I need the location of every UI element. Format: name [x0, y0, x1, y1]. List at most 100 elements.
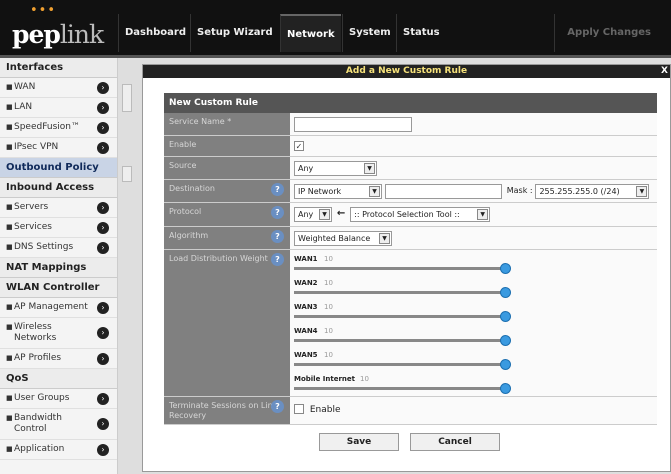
nav-system[interactable]: System: [342, 14, 397, 52]
destination-type-select[interactable]: IP Network ▼: [294, 184, 382, 199]
slider-handle[interactable]: [500, 287, 511, 298]
wan-weight: 10: [360, 375, 369, 383]
source-select[interactable]: Any ▼: [294, 161, 377, 176]
arrow-right-icon[interactable]: ›: [97, 201, 109, 214]
sidebar-item-bandwidth-control[interactable]: ■ Bandwidth Control ›: [0, 409, 117, 440]
arrow-right-icon[interactable]: ›: [97, 81, 109, 94]
slider-track[interactable]: [294, 363, 506, 366]
arrow-right-icon[interactable]: ›: [97, 352, 109, 365]
sidebar-item-ap-profiles[interactable]: ■ AP Profiles ›: [0, 349, 117, 369]
cancel-button[interactable]: Cancel: [410, 433, 500, 451]
protocol-label: Protocol?: [164, 203, 290, 226]
nav-status[interactable]: Status: [396, 14, 446, 52]
destination-label-text: Destination: [169, 184, 215, 193]
wan-weight: 10: [324, 255, 333, 263]
protocol-select[interactable]: Any ▼: [294, 207, 332, 222]
help-icon[interactable]: ?: [271, 253, 284, 266]
bullet-icon: ■: [6, 143, 13, 151]
sidebar-item-servers[interactable]: ■ Servers ›: [0, 198, 117, 218]
sidebar-item-speedfusion[interactable]: ■ SpeedFusion™ ›: [0, 118, 117, 138]
chevron-down-icon: ▼: [477, 209, 489, 220]
nav-dashboard[interactable]: Dashboard: [118, 14, 192, 52]
protocol-row: Protocol? Any ▼ ← :: Protocol Selection T…: [164, 203, 657, 227]
terminate-sessions-checkbox[interactable]: [294, 404, 304, 414]
sidebar-section-interfaces: Interfaces: [0, 58, 117, 78]
source-row: Source Any ▼: [164, 157, 657, 180]
destination-ip-input[interactable]: [384, 184, 502, 199]
save-button[interactable]: Save: [319, 433, 399, 451]
protocol-label-text: Protocol: [169, 207, 202, 216]
arrow-right-icon[interactable]: ›: [97, 101, 109, 114]
help-icon[interactable]: ?: [271, 183, 284, 196]
protocol-value-cell: Any ▼ ← :: Protocol Selection Tool :: ▼: [290, 203, 657, 226]
slider-track[interactable]: [294, 291, 506, 294]
arrow-right-icon[interactable]: ›: [97, 443, 109, 456]
sidebar-item-wan[interactable]: ■ WAN ›: [0, 78, 117, 98]
close-icon[interactable]: X: [661, 65, 668, 78]
wan-weight: 10: [324, 303, 333, 311]
sidebar-item-application[interactable]: ■ Application ›: [0, 440, 117, 460]
sidebar-section-nat-mappings[interactable]: NAT Mappings: [0, 258, 117, 278]
algorithm-select[interactable]: Weighted Balance ▼: [294, 231, 392, 246]
bullet-icon: ■: [6, 243, 13, 251]
protocol-select-value: Any: [298, 210, 314, 219]
help-icon[interactable]: ?: [271, 206, 284, 219]
load-distribution-values: WAN1 10 WAN2 10 WAN3 10 WAN4 10 WAN5 10 Mobil…: [290, 250, 657, 396]
slider-track[interactable]: [294, 387, 506, 390]
terminate-sessions-enable-label: Enable: [309, 404, 341, 415]
sidebar-item-lan[interactable]: ■ LAN ›: [0, 98, 117, 118]
sidebar-item-ipsec[interactable]: ■ IPsec VPN ›: [0, 138, 117, 158]
bullet-icon: ■: [6, 83, 13, 91]
load-distribution-label-text: Load Distribution Weight: [169, 254, 268, 263]
service-name-input[interactable]: [294, 117, 412, 132]
help-icon[interactable]: ?: [271, 230, 284, 243]
sidebar-item-label: AP Management: [14, 302, 88, 312]
bullet-icon: ■: [6, 203, 13, 211]
slider-handle[interactable]: [500, 263, 511, 274]
slider-handle[interactable]: [500, 359, 511, 370]
slider-handle[interactable]: [500, 311, 511, 322]
custom-rule-dialog: Add a New Custom Rule X New Custom Rule …: [142, 64, 671, 472]
sidebar-section-outbound-policy[interactable]: Outbound Policy: [0, 158, 117, 178]
sidebar-item-services[interactable]: ■ Services ›: [0, 218, 117, 238]
sidebar-item-label: User Groups: [14, 393, 70, 403]
sidebar-item-label: Wireless Networks: [14, 322, 57, 343]
slider-track[interactable]: [294, 315, 506, 318]
slider-track[interactable]: [294, 267, 506, 270]
mask-select[interactable]: 255.255.255.0 (/24) ▼: [535, 184, 650, 199]
arrow-right-icon[interactable]: ›: [97, 392, 109, 405]
arrow-right-icon[interactable]: ›: [97, 418, 109, 430]
wan-name: WAN3: [294, 303, 318, 311]
wan-weight-slider: WAN3 10: [294, 301, 653, 325]
wan-weight-slider: WAN2 10: [294, 277, 653, 301]
slider-track[interactable]: [294, 339, 506, 342]
sidebar-item-ap-management[interactable]: ■ AP Management ›: [0, 298, 117, 318]
arrow-right-icon[interactable]: ›: [97, 241, 109, 254]
arrow-right-icon[interactable]: ›: [97, 141, 109, 154]
sidebar-item-dns-settings[interactable]: ■ DNS Settings ›: [0, 238, 117, 258]
enable-checkbox[interactable]: ✓: [294, 141, 304, 151]
chevron-down-icon: ▼: [379, 233, 390, 244]
slider-handle[interactable]: [500, 383, 511, 394]
sidebar-item-user-groups[interactable]: ■ User Groups ›: [0, 389, 117, 409]
arrow-right-icon[interactable]: ›: [97, 121, 109, 134]
sidebar-item-label: WAN: [14, 82, 36, 92]
sidebar-item-label: SpeedFusion™: [14, 122, 81, 132]
wan-weight-slider: WAN4 10: [294, 325, 653, 349]
slider-handle[interactable]: [500, 335, 511, 346]
sidebar-item-wireless-networks[interactable]: ■ Wireless Networks ›: [0, 318, 117, 349]
arrow-right-icon[interactable]: ›: [97, 327, 109, 339]
nav-setup-wizard[interactable]: Setup Wizard: [190, 14, 279, 52]
peplink-logo: ••• peplink: [8, 4, 110, 50]
destination-value-cell: IP Network ▼ Mask : 255.255.255.0 (/24) ▼: [290, 180, 657, 202]
protocol-selection-tool[interactable]: :: Protocol Selection Tool :: ▼: [350, 207, 491, 222]
sidebar-section-inbound-access[interactable]: Inbound Access: [0, 178, 117, 198]
dialog-buttons: Save Cancel: [164, 425, 657, 459]
nav-network[interactable]: Network: [280, 14, 341, 52]
sidebar-item-label: AP Profiles: [14, 353, 62, 363]
arrow-right-icon[interactable]: ›: [97, 301, 109, 314]
help-icon[interactable]: ?: [271, 400, 284, 413]
apply-changes-button[interactable]: Apply Changes: [554, 14, 663, 52]
arrow-right-icon[interactable]: ›: [97, 221, 109, 234]
sidebar-item-label: IPsec VPN: [14, 142, 59, 152]
